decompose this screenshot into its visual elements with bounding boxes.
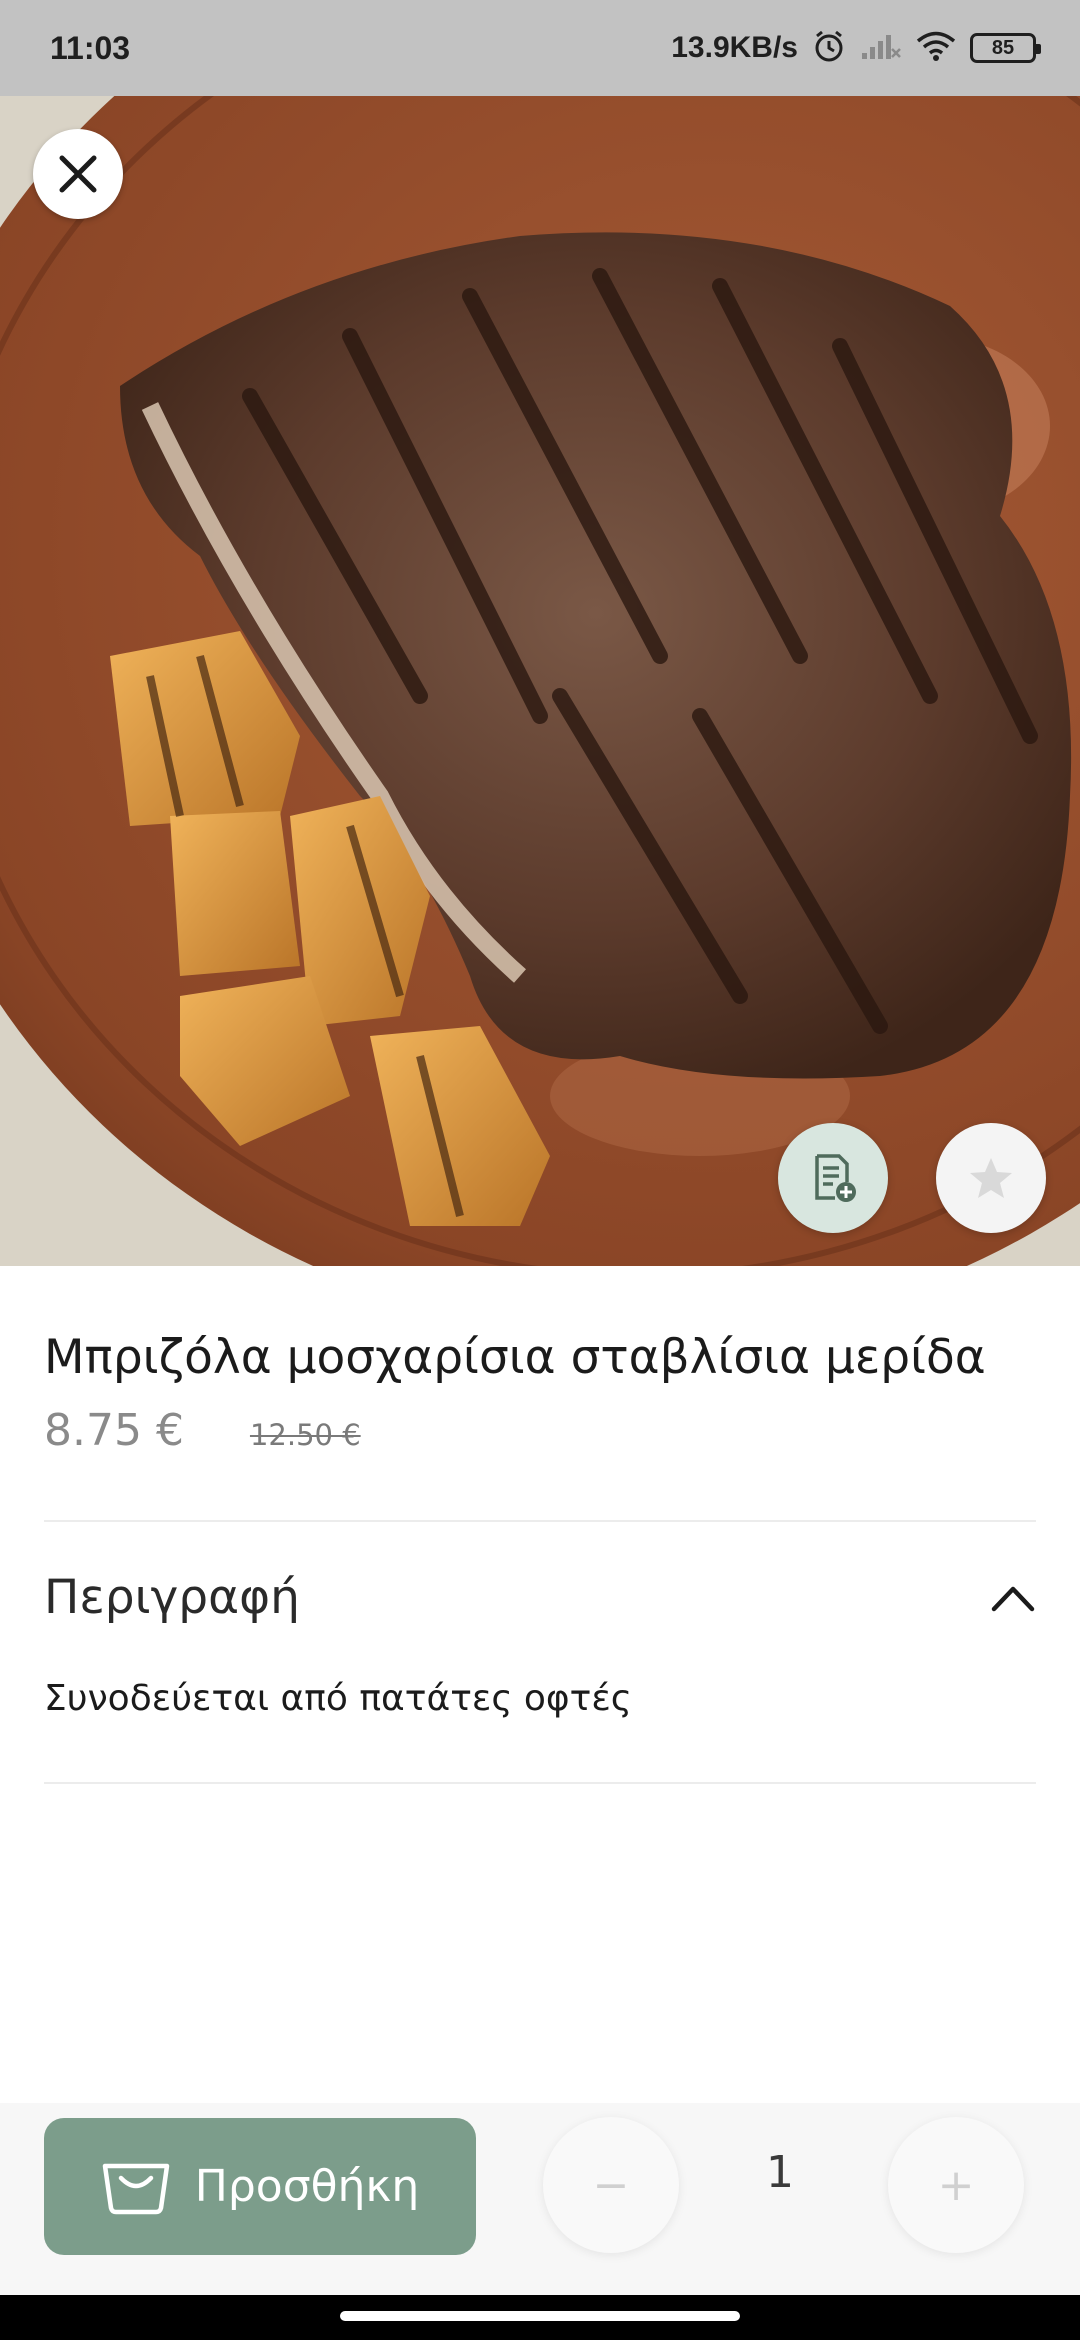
- signal-icon: [860, 31, 902, 65]
- add-to-cart-button[interactable]: Προσθήκη: [44, 2118, 476, 2255]
- wifi-icon: [916, 30, 956, 66]
- product-title: Μπριζόλα μοσχαρίσια σταβλίσια μερίδα: [44, 1330, 986, 1385]
- description-header[interactable]: Περιγραφή: [44, 1570, 1036, 1625]
- battery-icon: 85: [970, 33, 1041, 63]
- quantity-increase-button[interactable]: +: [888, 2117, 1024, 2253]
- add-to-cart-bar: Προσθήκη − 1 +: [0, 2103, 1080, 2295]
- star-icon: [970, 1158, 1012, 1198]
- description-title: Περιγραφή: [44, 1570, 300, 1625]
- close-button[interactable]: [33, 129, 123, 219]
- status-icons: 13.9KB/s 85: [671, 29, 1041, 67]
- product-image: [0, 96, 1080, 1266]
- alarm-icon: [812, 29, 846, 67]
- steak-photo: [0, 96, 1080, 1266]
- current-price: 8.75 €: [44, 1405, 184, 1456]
- description-text: Συνοδεύεται από πατάτες οφτές: [44, 1678, 632, 1719]
- network-speed: 13.9KB/s: [671, 31, 798, 64]
- home-indicator[interactable]: [340, 2311, 740, 2321]
- original-price: 12.50 €: [249, 1418, 361, 1452]
- battery-level: 85: [991, 36, 1015, 59]
- system-nav-bar: [0, 2295, 1080, 2340]
- quantity-value: 1: [766, 2147, 794, 2198]
- chevron-up-icon[interactable]: [990, 1583, 1036, 1613]
- add-note-button[interactable]: [778, 1123, 888, 1233]
- divider: [44, 1520, 1036, 1522]
- add-note-icon: [815, 1154, 856, 1202]
- quantity-decrease-button[interactable]: −: [543, 2117, 679, 2253]
- status-bar: 11:03 13.9KB/s 85: [0, 0, 1080, 96]
- price-row: 8.75 € 12.50 €: [44, 1405, 361, 1456]
- favorite-button[interactable]: [936, 1123, 1046, 1233]
- divider: [44, 1782, 1036, 1784]
- status-time: 11:03: [50, 29, 131, 66]
- add-to-cart-label: Προσθήκη: [194, 2161, 420, 2212]
- basket-icon: [102, 2163, 170, 2214]
- close-icon: [59, 155, 97, 193]
